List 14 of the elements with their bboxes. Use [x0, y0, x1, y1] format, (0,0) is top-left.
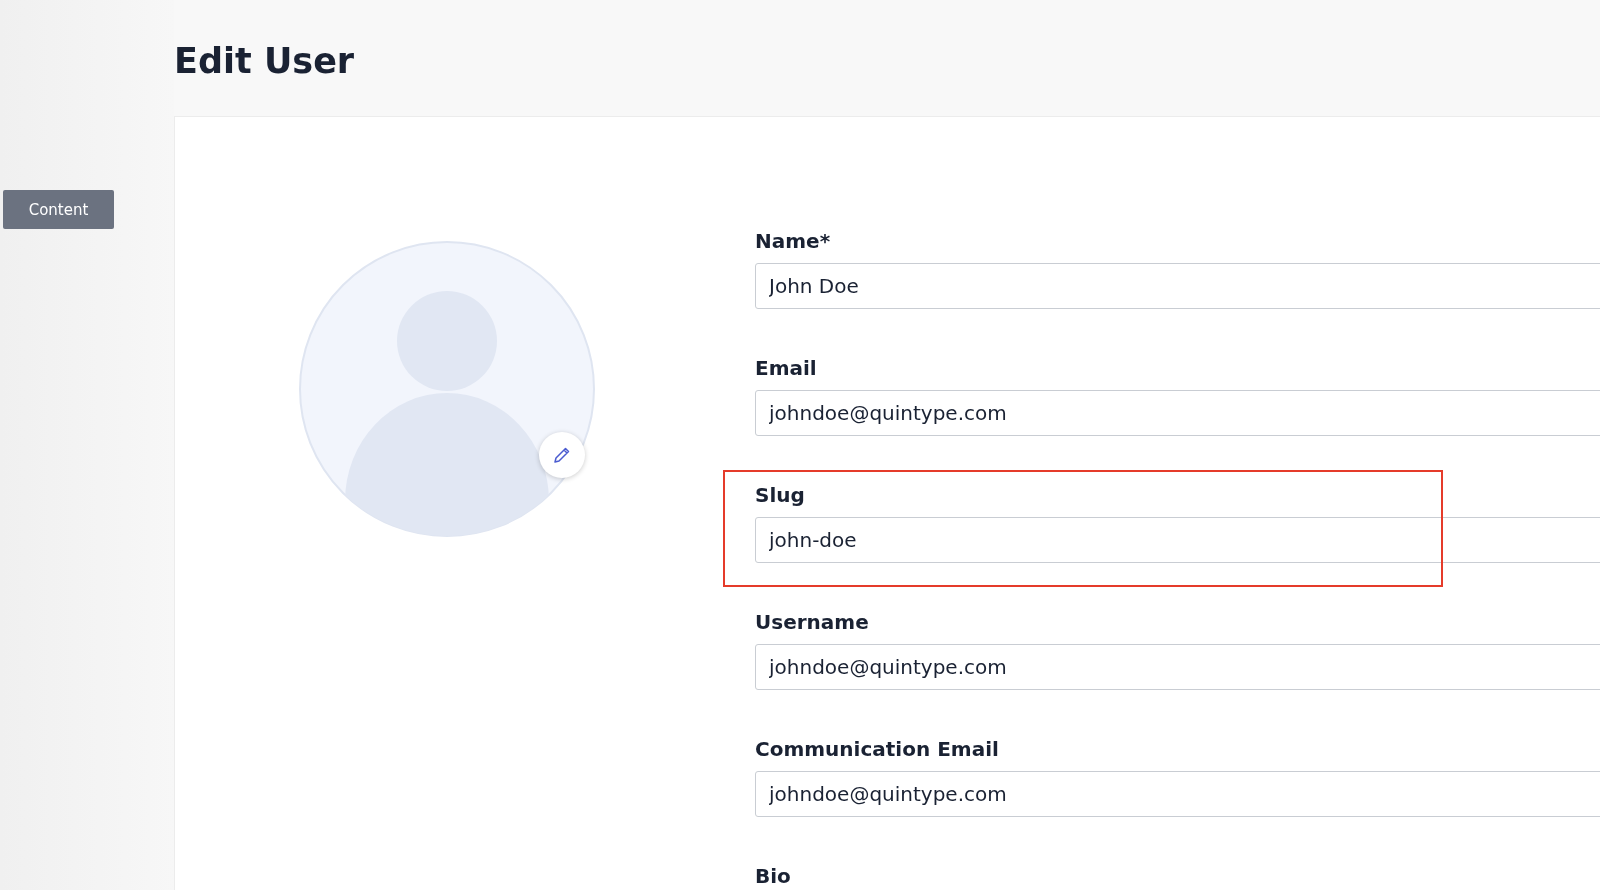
field-label: Slug [755, 482, 805, 509]
input-field[interactable]: johndoe@quintype.com [755, 390, 1600, 436]
input-field[interactable]: johndoe@quintype.com [755, 644, 1600, 690]
field-label: Bio [755, 863, 791, 890]
input-field[interactable]: john-doe [755, 517, 1600, 563]
field-label: Communication Email [755, 736, 999, 763]
page-title: Edit User [174, 40, 356, 83]
input-field[interactable]: johndoe@quintype.com [755, 771, 1600, 817]
field-label: Email [755, 355, 817, 382]
avatar-placeholder-icon [299, 241, 595, 537]
pencil-icon [552, 445, 572, 465]
sidebar-button[interactable]: Content [3, 190, 114, 229]
field-label: Name* [755, 228, 831, 255]
field-label: Username [755, 609, 869, 636]
